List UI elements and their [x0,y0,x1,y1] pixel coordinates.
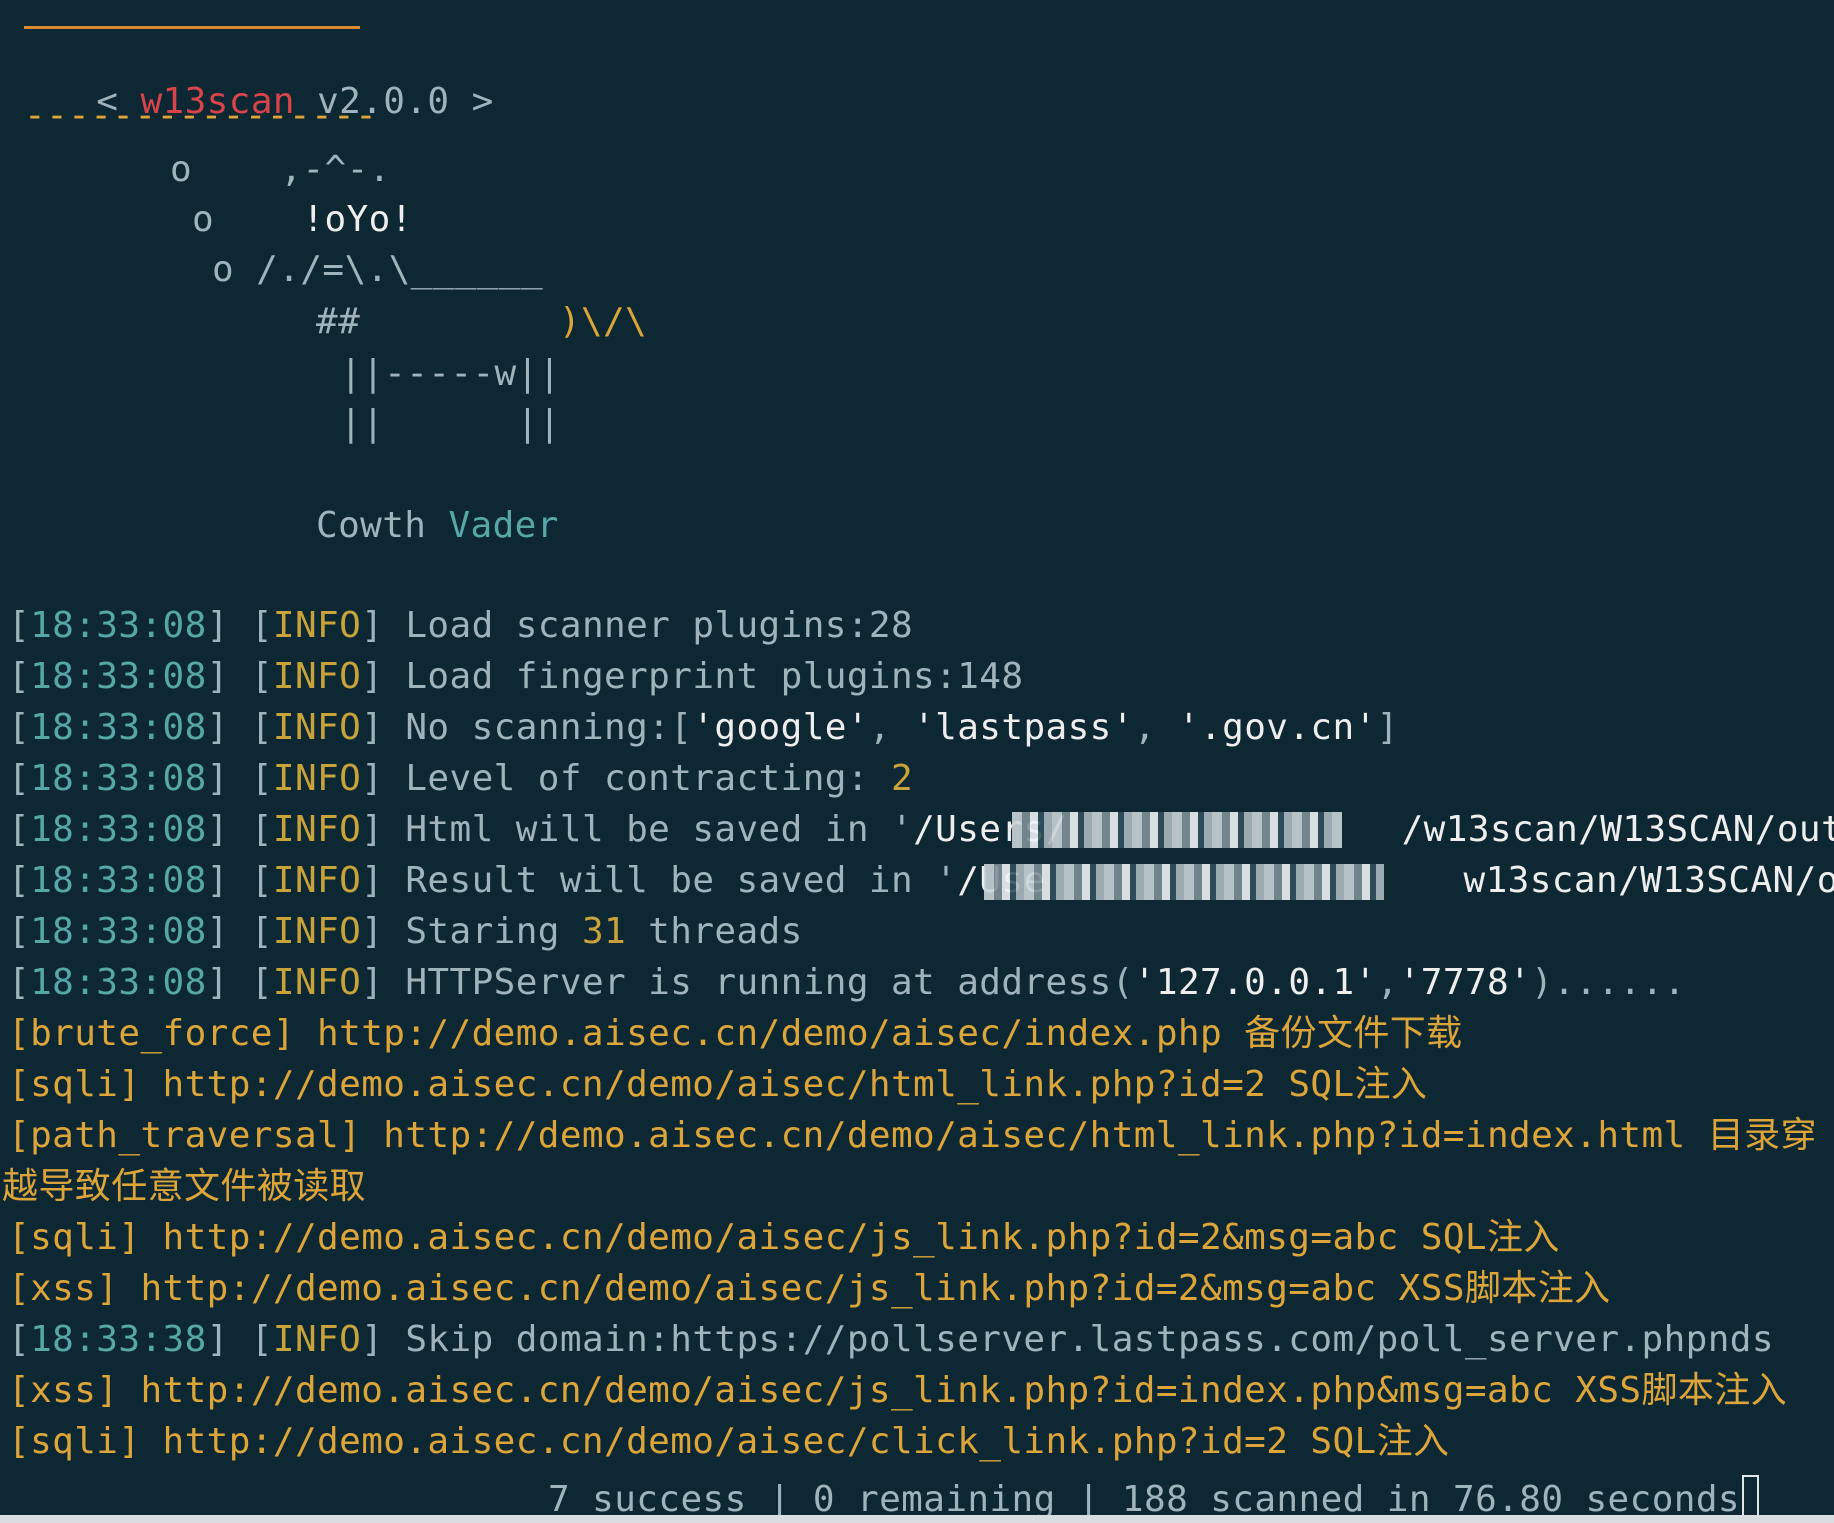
log-level: INFO [272,809,362,850]
log-timestamp: 18:33:08 [30,605,207,646]
cow-caption-cowth: Cowth [316,505,427,546]
cow-art-line-2: o !oYo! [192,199,413,240]
finding-url: http://demo.aisec.cn/demo/aisec/js_link.… [140,1268,1377,1309]
log-level: INFO [272,758,362,799]
finding-desc: SQL注入 [1288,1064,1428,1105]
finding-line-wrap: 越导致任意文件被读取 [2,1166,367,1207]
log-line: [18:33:08] [INFO] Load scanner plugins:2… [8,605,914,646]
log-line: [18:33:08] [INFO] No scanning:['google',… [8,707,1399,748]
status-summary: 7 success | 0 remaining | 188 scanned in… [548,1479,1740,1520]
log-message: Load fingerprint plugins:148 [405,656,1024,697]
cow-art-line-1: o ,-^-. [170,149,391,190]
log-line: [18:33:38] [INFO] Skip domain:https://po… [8,1319,1774,1360]
log-timestamp: 18:33:08 [30,707,207,748]
finding-tag: [sqli] [8,1217,141,1258]
finding-line: [sqli] http://demo.aisec.cn/demo/aisec/h… [8,1067,1427,1103]
status-line: 7 success | 0 remaining | 188 scanned in… [548,1475,1759,1518]
finding-line: [sqli] http://demo.aisec.cn/demo/aisec/c… [8,1424,1449,1460]
log-level: INFO [272,962,362,1003]
finding-desc: SQL注入 [1310,1421,1450,1462]
finding-desc: XSS脚本注入 [1398,1268,1611,1309]
log-timestamp: 18:33:08 [30,809,207,850]
finding-desc: XSS脚本注入 [1575,1370,1788,1411]
log-timestamp: 18:33:08 [30,758,207,799]
log-line: [18:33:08] [INFO] Load fingerprint plugi… [8,656,1024,697]
banner-top-rule [24,26,360,29]
finding-desc: 备份文件下载 [1244,1013,1463,1054]
log-timestamp: 18:33:08 [30,962,207,1003]
finding-line: [xss] http://demo.aisec.cn/demo/aisec/js… [8,1271,1611,1307]
log-timestamp: 18:33:08 [30,911,207,952]
log-message: Load scanner plugins:28 [405,605,914,646]
finding-url: http://demo.aisec.cn/demo/aisec/html_lin… [162,1064,1267,1105]
log-timestamp: 18:33:38 [30,1319,207,1360]
log-line: [18:33:08] [INFO] Staring 31 threads [8,911,803,952]
finding-desc: SQL注入 [1420,1217,1560,1258]
cow-art-line-6: || || [340,403,561,444]
log-level: INFO [272,1319,362,1360]
cow-caption: Cowth Vader [316,508,559,544]
log-line: [18:33:08] [INFO] HTTPServer is running … [8,962,1686,1003]
redacted-username [1012,812,1342,848]
log-line: [18:33:08] [INFO] Html will be saved in … [8,809,1834,850]
log-timestamp: 18:33:08 [30,656,207,697]
log-level: INFO [272,605,362,646]
finding-tag: [xss] [8,1370,119,1411]
finding-url: http://demo.aisec.cn/demo/aisec/js_link.… [162,1217,1399,1258]
banner-suffix: > [471,81,494,122]
log-level: INFO [272,656,362,697]
finding-line: [sqli] http://demo.aisec.cn/demo/aisec/j… [8,1220,1560,1256]
finding-line: [path_traversal] http://demo.aisec.cn/de… [8,1118,1817,1154]
log-line: [18:33:08] [INFO] Result will be saved i… [8,860,1834,901]
finding-url: http://demo.aisec.cn/demo/aisec/index.ph… [317,1013,1223,1054]
terminal-cursor [1742,1475,1759,1517]
finding-tag: [sqli] [8,1421,141,1462]
finding-line: [brute_force] http://demo.aisec.cn/demo/… [8,1016,1463,1052]
log-level: INFO [272,707,362,748]
log-timestamp: 18:33:08 [30,860,207,901]
finding-url: http://demo.aisec.cn/demo/aisec/js_link.… [140,1370,1554,1411]
log-line: [18:33:08] [INFO] Level of contracting: … [8,758,914,799]
finding-tag: [sqli] [8,1064,141,1105]
finding-desc: 目录穿 [1707,1115,1817,1156]
finding-url: http://demo.aisec.cn/demo/aisec/click_li… [162,1421,1289,1462]
cow-art-line-3: o /./=\.\______ [212,249,544,290]
finding-url: http://demo.aisec.cn/demo/aisec/html_lin… [383,1115,1686,1156]
log-level: INFO [272,860,362,901]
banner-dashes: ---------------- [24,95,378,136]
finding-tag: [brute_force] [8,1013,295,1054]
terminal-window[interactable]: < w13scan v2.0.0 > ---------------- o ,-… [0,0,1834,1523]
cow-art-line-5: ||-----w|| [340,353,561,394]
window-bottom-edge [0,1515,1834,1523]
finding-line: [xss] http://demo.aisec.cn/demo/aisec/js… [8,1373,1787,1409]
cow-art-line-4: ## )\/\ [316,301,648,342]
log-message: Skip domain:https://pollserver.lastpass.… [405,1319,1774,1360]
cow-caption-vader: Vader [448,505,559,546]
finding-tag: [path_traversal] [8,1115,362,1156]
log-level: INFO [272,911,362,952]
finding-tag: [xss] [8,1268,119,1309]
redacted-path [984,864,1384,900]
